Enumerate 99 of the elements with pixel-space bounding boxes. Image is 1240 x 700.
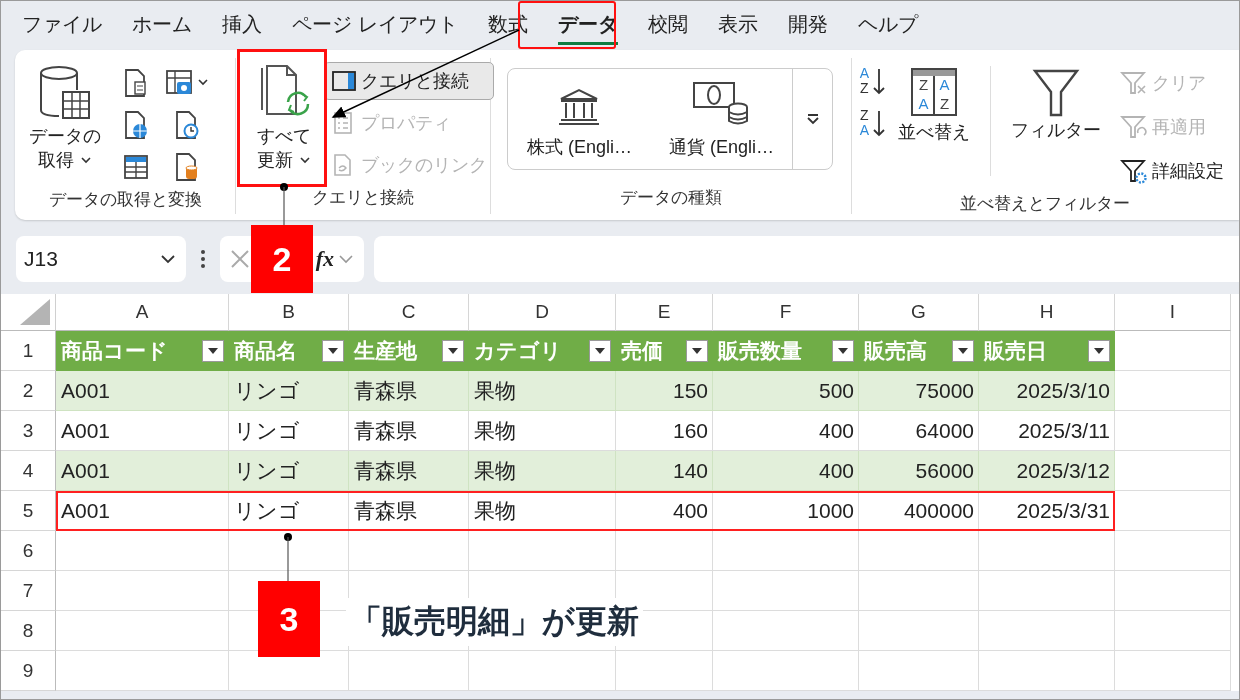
table-cell: 140 (616, 451, 713, 491)
row-header[interactable]: 3 (1, 411, 56, 451)
column-title: 売価 (621, 337, 663, 364)
panel-icon (331, 69, 358, 93)
filter-icon (1031, 68, 1081, 118)
table-cell: 2025/3/31 (979, 491, 1115, 531)
menu-tab[interactable]: ホーム (117, 1, 207, 50)
table-cell: 果物 (469, 371, 616, 411)
table-cell: 果物 (469, 451, 616, 491)
table-cell: 75000 (859, 371, 979, 411)
column-header[interactable]: I (1115, 294, 1231, 331)
table-cell: A001 (56, 371, 229, 411)
leader-line (280, 183, 288, 226)
menu-tab[interactable]: ファイル (7, 1, 117, 50)
row-header[interactable]: 8 (1, 611, 56, 651)
filter-dropdown-button[interactable] (952, 339, 974, 362)
caret-icon (327, 346, 339, 355)
chevron-icon[interactable] (338, 254, 354, 264)
caret-icon (957, 346, 969, 355)
step-badge: 2 (251, 225, 313, 293)
sort-button[interactable]: Z A A Z 並べ替え (892, 62, 976, 147)
sort-ascending-button[interactable]: A Z (859, 66, 886, 96)
table-cell: 400 (616, 491, 713, 531)
menu-tab[interactable]: 校閲 (632, 1, 703, 50)
caret-icon (837, 346, 849, 355)
group-label: データの取得と変換 (48, 189, 202, 211)
filter-dropdown-button[interactable] (442, 339, 464, 362)
filter-dropdown-button[interactable] (1088, 339, 1110, 362)
chevron-icon (80, 156, 92, 165)
filter-gear-icon (1120, 158, 1148, 184)
caret-icon (207, 346, 219, 355)
caret-icon (691, 346, 703, 355)
group-label: データの種類 (620, 187, 723, 209)
ribbon-button[interactable]: 詳細設定 (1113, 150, 1231, 192)
filter-refresh-icon (1120, 114, 1148, 140)
table-cell: リンゴ (229, 371, 349, 411)
filter-clear-icon (1120, 70, 1148, 96)
table-cell: 150 (616, 371, 713, 411)
sort-descending-button[interactable]: Z A (859, 108, 886, 138)
formula-field[interactable] (374, 236, 1239, 282)
step-badge: 3 (258, 581, 320, 657)
menu-tab[interactable]: 表示 (702, 1, 773, 50)
menu-tab[interactable]: ヘルプ (842, 1, 933, 50)
table-cell: リンゴ (229, 451, 349, 491)
table-cell: A001 (56, 491, 229, 531)
filter-button[interactable]: フィルター (1005, 62, 1107, 145)
chevron-icon (299, 156, 312, 165)
row-header[interactable]: 7 (1, 571, 56, 611)
down-arrow-icon (872, 109, 886, 137)
insert-function-button[interactable]: fx (315, 246, 334, 272)
column-title: 商品コード (61, 337, 168, 364)
data-type-button[interactable]: 通貨 (Engli… (650, 69, 793, 169)
bank-icon (557, 87, 602, 127)
column-title: 生産地 (354, 337, 417, 364)
table-cell: 果物 (469, 491, 616, 531)
chevron-icon (160, 254, 176, 264)
row-header[interactable]: 6 (1, 531, 56, 571)
menu-tab[interactable]: 開発 (772, 1, 843, 50)
table-cell: 2025/3/10 (979, 371, 1115, 411)
column-title: カテゴリ (474, 337, 562, 364)
group-label: 並べ替えとフィルター (960, 193, 1131, 215)
table-cell: 青森県 (349, 371, 469, 411)
filter-dropdown-button[interactable] (202, 339, 224, 362)
table-cell: 青森県 (349, 491, 469, 531)
name-box[interactable]: J13 (16, 236, 186, 282)
column-title: 販売高 (864, 337, 927, 364)
data-type-button[interactable]: 株式 (Engli… (508, 69, 651, 169)
column-title: 商品名 (234, 337, 297, 364)
table-cell: 1000 (713, 491, 859, 531)
row-header[interactable]: 9 (1, 651, 56, 691)
refresh-all-button[interactable]: すべて 更新 (250, 62, 319, 175)
filter-dropdown-button[interactable] (322, 339, 344, 362)
table-cell: 56000 (859, 451, 979, 491)
table-cell: 400 (713, 451, 859, 491)
menu-tab[interactable]: 挿入 (207, 1, 277, 50)
menu-tab[interactable]: データ (542, 1, 633, 50)
down-arrow-icon (872, 67, 886, 95)
table-cell: 500 (713, 371, 859, 411)
caret-icon (447, 346, 459, 355)
row-header[interactable]: 5 (1, 491, 56, 531)
table-cell: 2025/3/12 (979, 451, 1115, 491)
group-label: クエリと接続 (312, 187, 415, 209)
more-icon[interactable] (200, 249, 206, 269)
table-cell: 青森県 (349, 451, 469, 491)
menu-tab[interactable]: ページ レイアウト (277, 1, 473, 50)
column-title: 販売日 (984, 337, 1047, 364)
caret-icon (1093, 346, 1105, 355)
leader-line (284, 533, 292, 582)
expand-icon (806, 113, 820, 125)
column-title: 販売数量 (718, 337, 802, 364)
filter-dropdown-button[interactable] (589, 339, 611, 362)
table-cell: A001 (56, 451, 229, 491)
filter-dropdown-button[interactable] (686, 339, 708, 362)
caret-icon (594, 346, 606, 355)
annotation-text: 「販売明細」が更新 (346, 598, 643, 646)
get-data-button[interactable]: データの 取得 (23, 62, 107, 175)
table-cell: リンゴ (229, 491, 349, 531)
table-cell: 400000 (859, 491, 979, 531)
filter-dropdown-button[interactable] (832, 339, 854, 362)
